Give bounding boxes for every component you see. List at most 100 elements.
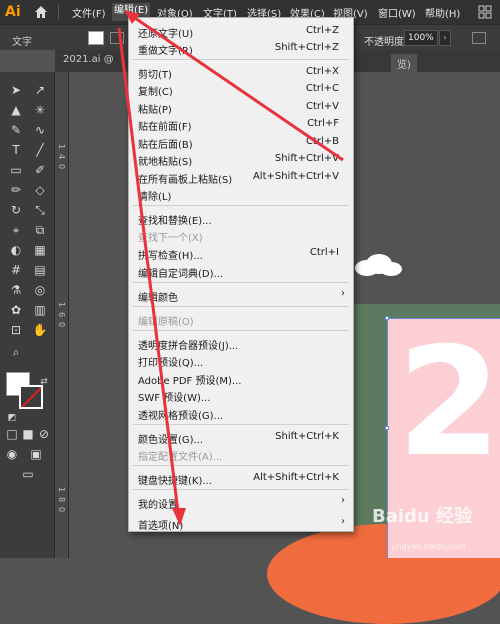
ruler-number: 6: [57, 312, 66, 318]
selection-handle[interactable]: [385, 426, 389, 430]
menu-separator: [133, 330, 349, 331]
menu-separator: [133, 489, 349, 490]
menu-separator: [133, 205, 349, 206]
symbol-sprayer-icon[interactable]: ✿: [8, 302, 24, 318]
default-colors-icon[interactable]: ◩: [4, 410, 20, 426]
paintbrush-icon[interactable]: ✐: [32, 162, 48, 178]
menu-item-paste-in-front[interactable]: 贴在前面(F) Ctrl+F: [129, 115, 353, 133]
ruler-number: 8: [57, 497, 66, 503]
submenu-arrow-icon: ›: [341, 516, 345, 527]
menu-item-find-replace[interactable]: 查找和替换(E)...: [129, 209, 353, 227]
perspective-grid-icon[interactable]: ▦: [32, 242, 48, 258]
rotate-tool-icon[interactable]: ↻: [8, 202, 24, 218]
magic-wand-icon[interactable]: ▲: [8, 102, 24, 118]
type-tool-icon[interactable]: T: [8, 142, 24, 158]
menu-item-redo[interactable]: 重做文字(R) Shift+Ctrl+Z: [129, 39, 353, 57]
menu-item-paste-in-place[interactable]: 就地粘贴(S) Shift+Ctrl+V: [129, 150, 353, 168]
watermark-url: jingyan.baidu.com: [392, 542, 466, 551]
menu-separator: [133, 465, 349, 466]
menu-item-edit-dictionary[interactable]: 编辑自定词典(D)...: [129, 262, 353, 280]
menu-item-my-settings[interactable]: 我的设置 ›: [129, 493, 353, 511]
menu-item-swf-presets[interactable]: SWF 预设(W)...: [129, 386, 353, 404]
shape-builder-icon[interactable]: ◐: [8, 242, 24, 258]
menu-item-assign-profile: 指定配置文件(A)...: [138, 452, 223, 463]
workspace-grid-icon[interactable]: [478, 5, 492, 19]
opacity-dropdown-icon[interactable]: ›: [439, 30, 451, 46]
menu-item-edit-colors[interactable]: 编辑颜色 ›: [129, 286, 353, 304]
document-tab[interactable]: 2021.ai @: [63, 54, 114, 65]
gradient-tool-icon[interactable]: ▤: [32, 262, 48, 278]
opacity-input[interactable]: 100%: [404, 30, 438, 46]
shaper-tool-icon[interactable]: ✏: [8, 182, 24, 198]
fill-color-swatch[interactable]: [88, 31, 104, 45]
app-logo: Ai: [5, 4, 21, 20]
menu-separator: [133, 424, 349, 425]
menu-item-preferences[interactable]: 首选项(N) ›: [129, 514, 353, 532]
menu-help[interactable]: 帮助(H): [425, 5, 460, 20]
eyedropper-icon[interactable]: ⚗: [8, 282, 24, 298]
menu-item-paste[interactable]: 粘贴(P) Ctrl+V: [129, 98, 353, 116]
tools-panel: ➤ ↗ ▲ ✳ ✎ ∿ T ╱ ▭ ✐ ✏ ◇ ↻ ⤡ ⌖ ⧉ ◐ ▦ # ▤ …: [0, 72, 55, 558]
width-tool-icon[interactable]: ⌖: [8, 222, 24, 238]
artboard-tool-icon[interactable]: ⊡: [8, 322, 24, 338]
ruler-number: 1: [57, 144, 66, 150]
menu-item-paste-on-all-artboards[interactable]: 在所有画板上粘贴(S) Alt+Shift+Ctrl+V: [129, 168, 353, 186]
free-transform-icon[interactable]: ⧉: [32, 222, 48, 238]
lasso-icon[interactable]: ✳: [32, 102, 48, 118]
menu-item-spell-check[interactable]: 拼写检查(H)... Ctrl+I: [129, 244, 353, 262]
menu-separator: [133, 282, 349, 283]
blend-tool-icon[interactable]: ◎: [32, 282, 48, 298]
color-mode-icon[interactable]: □: [4, 426, 20, 442]
swap-colors-icon[interactable]: ⇄: [36, 374, 52, 390]
mesh-tool-icon[interactable]: #: [8, 262, 24, 278]
gradient-mode-icon[interactable]: ■: [20, 426, 36, 442]
line-tool-icon[interactable]: ╱: [32, 142, 48, 158]
menu-file[interactable]: 文件(F): [72, 5, 106, 20]
column-graph-icon[interactable]: ▥: [32, 302, 48, 318]
menu-item-cut[interactable]: 剪切(T) Ctrl+X: [129, 63, 353, 81]
menu-item-copy[interactable]: 复制(C) Ctrl+C: [129, 80, 353, 98]
menu-separator: [133, 306, 349, 307]
menu-item-perspective-presets[interactable]: 透视网格预设(G)...: [129, 404, 353, 422]
submenu-arrow-icon: ›: [341, 288, 345, 299]
menu-item-color-settings[interactable]: 颜色设置(G)... Shift+Ctrl+K: [129, 428, 353, 446]
menu-item-pdf-presets[interactable]: Adobe PDF 预设(M)...: [129, 369, 353, 387]
menu-item-clear[interactable]: 清除(L): [129, 185, 353, 203]
scale-tool-icon[interactable]: ⤡: [32, 202, 48, 218]
ruler-number: 4: [57, 154, 66, 160]
screen-mode-icon[interactable]: ▣: [28, 446, 44, 462]
rectangle-tool-icon[interactable]: ▭: [8, 162, 24, 178]
tool-label: 文字: [12, 37, 32, 48]
direct-selection-tool-icon[interactable]: ↗: [32, 82, 48, 98]
align-icon[interactable]: [472, 32, 486, 44]
menu-separator: [133, 59, 349, 60]
none-mode-icon[interactable]: ⊘: [36, 426, 52, 442]
pen-tool-icon[interactable]: ✎: [8, 122, 24, 138]
ruler-number: 0: [57, 322, 66, 328]
menu-item-edit-original: 编辑原稿(O): [138, 317, 194, 328]
menu-item-print-presets[interactable]: 打印预设(Q)...: [129, 351, 353, 369]
menu-item-paste-in-back[interactable]: 贴在后面(B) Ctrl+B: [129, 133, 353, 151]
zoom-tool-icon[interactable]: ⌕: [8, 344, 24, 360]
stroke-icon[interactable]: [110, 32, 124, 44]
vertical-ruler: 1 4 0 1 6 0 1 8 0: [55, 72, 69, 558]
menubar-divider: [58, 4, 59, 20]
selection-tool-icon[interactable]: ➤: [8, 82, 24, 98]
menu-item-flattener-presets[interactable]: 透明度拼合器预设(J)...: [129, 334, 353, 352]
draw-normal-icon[interactable]: ◉: [4, 446, 20, 462]
change-screen-mode-icon[interactable]: ▭: [20, 466, 36, 482]
menu-window[interactable]: 窗口(W): [378, 5, 416, 20]
digit-text[interactable]: 2: [397, 316, 500, 490]
document-tab-2[interactable]: 览): [391, 54, 417, 72]
menu-item-undo[interactable]: 还原文字(U) Ctrl+Z: [129, 22, 353, 40]
opacity-label: 不透明度:: [364, 37, 408, 48]
watermark-logo: Baidu 经验: [372, 506, 473, 527]
hand-tool-icon[interactable]: ✋: [32, 322, 48, 338]
selection-handle[interactable]: [385, 316, 389, 320]
submenu-arrow-icon: ›: [341, 495, 345, 506]
curvature-tool-icon[interactable]: ∿: [32, 122, 48, 138]
cloud-graphic: [355, 254, 402, 276]
menu-item-keyboard-shortcuts[interactable]: 键盘快捷键(K)... Alt+Shift+Ctrl+K: [129, 469, 353, 487]
home-icon[interactable]: [33, 4, 49, 20]
eraser-icon[interactable]: ◇: [32, 182, 48, 198]
